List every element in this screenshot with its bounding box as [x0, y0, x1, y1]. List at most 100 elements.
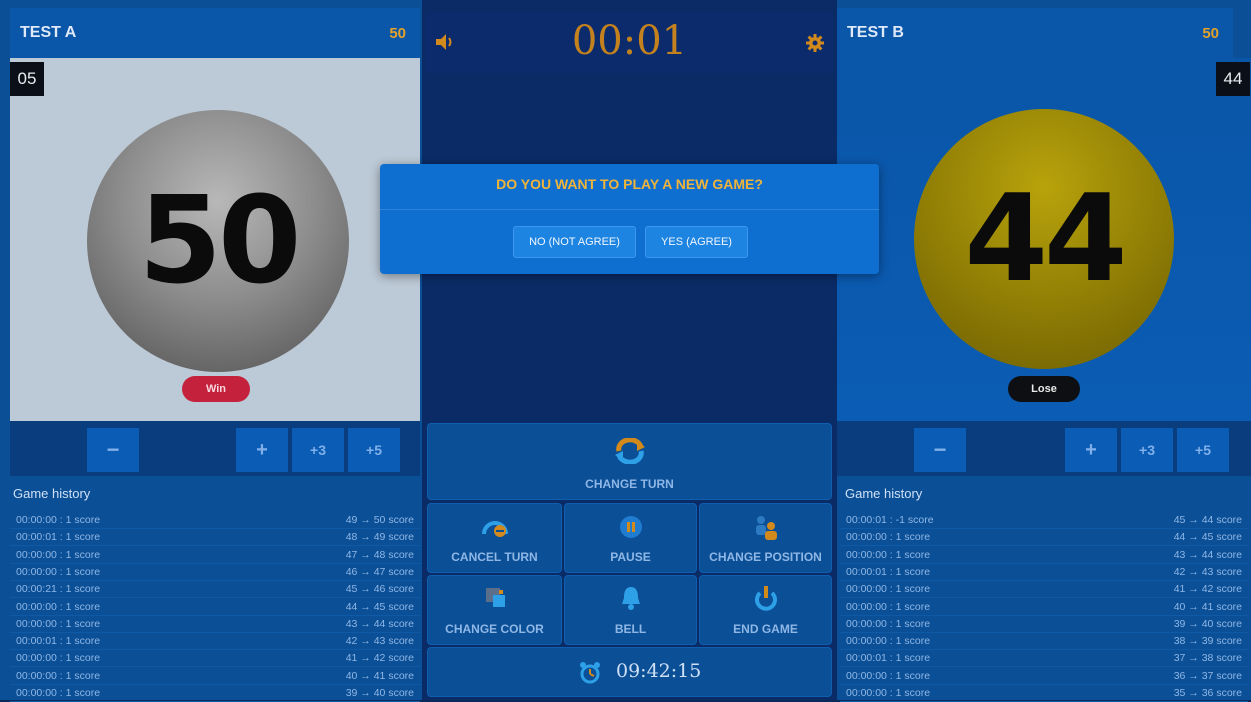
dialog-title: DO YOU WANT TO PLAY A NEW GAME? — [496, 176, 763, 192]
history-row: 00:00:01 : 1 score 42 → 43 score — [10, 633, 420, 651]
history-row: 00:00:00 : 1 score 43 → 44 score — [840, 547, 1248, 564]
pause-icon — [565, 514, 696, 543]
team-a-plus3-button[interactable]: +3 — [292, 428, 344, 472]
dialog-no-button[interactable]: NO (NOT AGREE) — [513, 226, 636, 258]
team-b-header: TEST B 50 — [837, 8, 1233, 58]
history-time: 00:00:01 : 1 score — [16, 635, 101, 648]
history-row: 00:00:00 : 1 score 41 → 42 score — [10, 650, 420, 668]
history-time: 00:00:00 : 1 score — [846, 600, 931, 613]
bell-icon — [565, 584, 696, 615]
history-change: 41 → 42 score — [345, 652, 414, 665]
team-b-ball[interactable]: 44 — [914, 109, 1174, 369]
history-change: 43 → 44 score — [1173, 548, 1242, 561]
end-game-label: END GAME — [733, 622, 798, 636]
team-a-score: 50 — [389, 24, 406, 42]
history-row: 00:00:00 : 1 score 44 → 45 score — [840, 529, 1248, 547]
new-game-dialog: DO YOU WANT TO PLAY A NEW GAME? NO (NOT … — [380, 164, 879, 274]
change-position-button[interactable]: CHANGE POSITION — [699, 503, 832, 573]
history-time: 00:00:21 : 1 score — [16, 583, 101, 596]
gear-icon[interactable] — [805, 33, 825, 58]
history-time: 00:00:00 : 1 score — [16, 600, 101, 613]
history-change: 49 → 50 score — [345, 514, 414, 526]
history-change: 48 → 49 score — [345, 531, 414, 544]
team-b-counter: 44 — [1216, 62, 1250, 96]
history-change: 47 → 48 score — [345, 548, 414, 561]
alarm-clock-icon — [578, 661, 602, 688]
history-row: 00:00:01 : -1 score 45 → 44 score — [840, 512, 1248, 529]
history-change: 45 → 44 score — [1173, 514, 1242, 526]
history-time: 00:00:01 : 1 score — [846, 565, 931, 578]
history-row: 00:00:00 : 1 score 41 → 42 score — [840, 581, 1248, 599]
team-a-counter: 05 — [10, 62, 44, 96]
change-color-button[interactable]: CHANGE COLOR — [427, 575, 562, 645]
history-row: 00:00:00 : 1 score 39 → 40 score — [10, 685, 420, 702]
history-time: 00:00:00 : 1 score — [846, 531, 931, 544]
history-time: 00:00:00 : 1 score — [16, 617, 101, 630]
timer-bar: 00:01 — [426, 12, 833, 73]
dialog-yes-button[interactable]: YES (AGREE) — [645, 226, 748, 258]
history-row: 00:00:00 : 1 score 39 → 40 score — [840, 616, 1248, 633]
team-a-header: TEST A 50 — [10, 8, 420, 58]
history-change: 37 → 38 score — [1173, 652, 1242, 665]
pause-button[interactable]: PAUSE — [564, 503, 697, 573]
team-b-history-title: Game history — [845, 486, 923, 501]
history-time: 00:00:00 : 1 score — [16, 514, 101, 526]
cancel-turn-label: CANCEL TURN — [451, 550, 538, 564]
history-change: 40 → 41 score — [1173, 600, 1242, 613]
history-row: 00:00:00 : 1 score 40 → 41 score — [840, 599, 1248, 616]
history-time: 00:00:00 : 1 score — [846, 687, 931, 699]
history-row: 00:00:21 : 1 score 45 → 46 score — [10, 581, 420, 599]
history-time: 00:00:00 : 1 score — [16, 548, 101, 561]
history-change: 42 → 43 score — [345, 635, 414, 648]
history-row: 00:00:00 : 1 score 46 → 47 score — [10, 564, 420, 581]
history-time: 00:00:00 : 1 score — [16, 565, 101, 578]
history-row: 00:00:01 : 1 score 48 → 49 score — [10, 529, 420, 547]
history-change: 39 → 40 score — [1173, 617, 1242, 630]
history-change: 38 → 39 score — [1173, 635, 1242, 648]
history-time: 00:00:01 : 1 score — [846, 652, 931, 665]
history-change: 46 → 47 score — [345, 565, 414, 578]
team-a-minus-button[interactable]: − — [87, 428, 139, 472]
team-a-ball[interactable]: 50 — [87, 110, 349, 372]
history-change: 44 → 45 score — [1173, 531, 1242, 544]
history-row: 00:00:00 : 1 score 38 → 39 score — [840, 633, 1248, 651]
end-game-button[interactable]: END GAME — [699, 575, 832, 645]
history-row: 00:00:00 : 1 score 44 → 45 score — [10, 599, 420, 616]
team-b-result-badge: Lose — [1008, 376, 1080, 402]
team-a-plus5-button[interactable]: +5 — [348, 428, 400, 472]
team-a-plus-button[interactable]: + — [236, 428, 288, 472]
team-b-plus-button[interactable]: + — [1065, 428, 1117, 472]
history-row: 00:00:00 : 1 score 47 → 48 score — [10, 547, 420, 564]
bell-button[interactable]: BELL — [564, 575, 697, 645]
history-row: 00:00:01 : 1 score 42 → 43 score — [840, 564, 1248, 581]
history-time: 00:00:00 : 1 score — [16, 669, 101, 682]
team-b-ball-number: 44 — [964, 169, 1128, 309]
clock-bar: 09:42:15 — [427, 647, 832, 697]
clock-time: 09:42:15 — [616, 660, 702, 682]
history-change: 35 → 36 score — [1173, 687, 1242, 699]
history-row: 00:00:00 : 1 score 49 → 50 score — [10, 512, 420, 529]
history-time: 00:00:00 : 1 score — [16, 652, 101, 665]
cancel-turn-icon — [428, 516, 561, 541]
change-turn-button[interactable]: CHANGE TURN — [427, 423, 832, 500]
team-b-name: TEST B — [847, 24, 904, 41]
team-b-plus3-button[interactable]: +3 — [1121, 428, 1173, 472]
team-b-minus-button[interactable]: − — [914, 428, 966, 472]
history-change: 45 → 46 score — [345, 583, 414, 596]
history-row: 00:00:00 : 1 score 40 → 41 score — [10, 668, 420, 685]
cancel-turn-button[interactable]: CANCEL TURN — [427, 503, 562, 573]
change-color-label: CHANGE COLOR — [445, 622, 544, 636]
team-a-ball-number: 50 — [138, 171, 302, 311]
history-change: 42 → 43 score — [1173, 565, 1242, 578]
team-b-plus5-button[interactable]: +5 — [1177, 428, 1229, 472]
history-change: 40 → 41 score — [345, 669, 414, 682]
team-a-result-badge: Win — [182, 376, 250, 402]
bell-label: BELL — [614, 622, 647, 636]
change-turn-icon — [428, 437, 831, 467]
change-position-label: CHANGE POSITION — [709, 550, 822, 564]
history-time: 00:00:00 : 1 score — [846, 669, 931, 682]
history-change: 43 → 44 score — [345, 617, 414, 630]
history-change: 41 → 42 score — [1173, 583, 1242, 596]
game-timer: 00:01 — [571, 18, 688, 64]
history-time: 00:00:00 : 1 score — [846, 635, 931, 648]
